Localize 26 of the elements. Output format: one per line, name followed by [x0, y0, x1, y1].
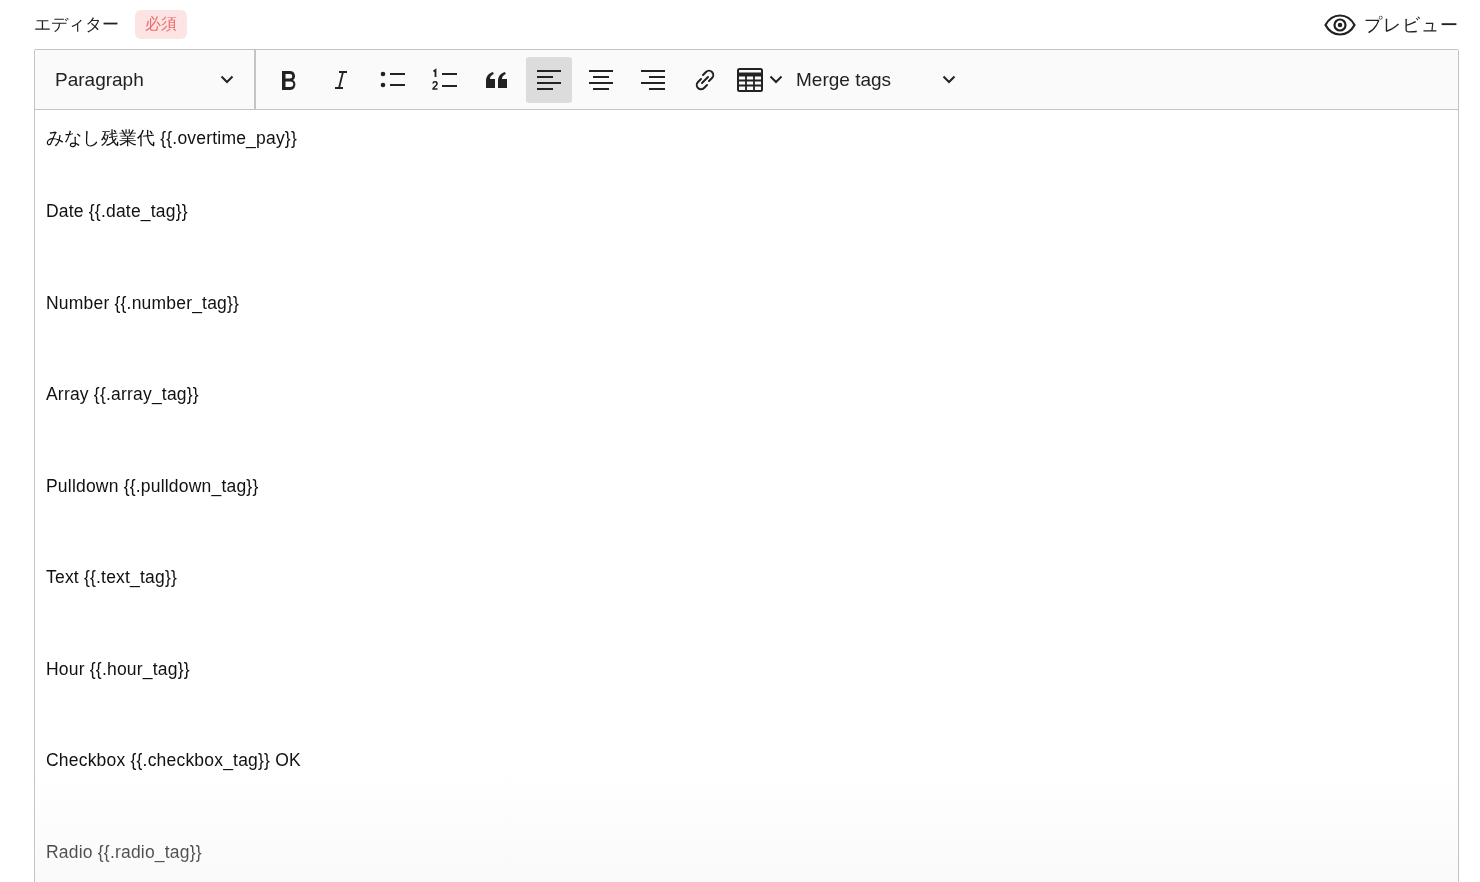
caret-icon [942, 75, 956, 84]
align-left-icon [536, 68, 562, 91]
quote-icon [485, 69, 509, 90]
align-left-button[interactable] [526, 56, 572, 103]
numbered-list-icon [431, 67, 459, 92]
paragraph-text: Date {{.date_tag}} [46, 200, 189, 223]
paragraph-format-dropdown[interactable]: Paragraph [35, 50, 256, 109]
align-right-icon [640, 68, 666, 91]
paragraph-text: Checkbox {{.checkbox_tag}} OK [46, 749, 302, 772]
paragraph-text: Radio {{.radio_tag}} [46, 840, 203, 864]
caret-icon [220, 75, 234, 84]
paragraph-text: Text {{.text_tag}} [46, 566, 179, 589]
required-badge: 必須 [135, 10, 187, 39]
align-center-icon [588, 68, 614, 91]
preview-button[interactable]: プレビュー [1324, 12, 1459, 37]
table-icon [737, 67, 763, 92]
eye-icon [1324, 13, 1356, 36]
paragraph-text: Hour {{.hour_tag}} [46, 657, 191, 681]
link-icon [693, 67, 717, 92]
paragraph-text: Array {{.array_tag}} [46, 383, 200, 406]
merge-tags-dropdown[interactable]: Merge tags [796, 68, 956, 91]
editor-label: エディター [34, 14, 119, 36]
paragraph-text: Number {{.number_tag}} [46, 291, 241, 315]
caret-icon [769, 75, 783, 84]
paragraph-text: Pulldown {{.pulldown_tag}} [46, 474, 260, 498]
paragraph-text: みなし残業代 {{.overtime_pay}} [46, 127, 298, 150]
